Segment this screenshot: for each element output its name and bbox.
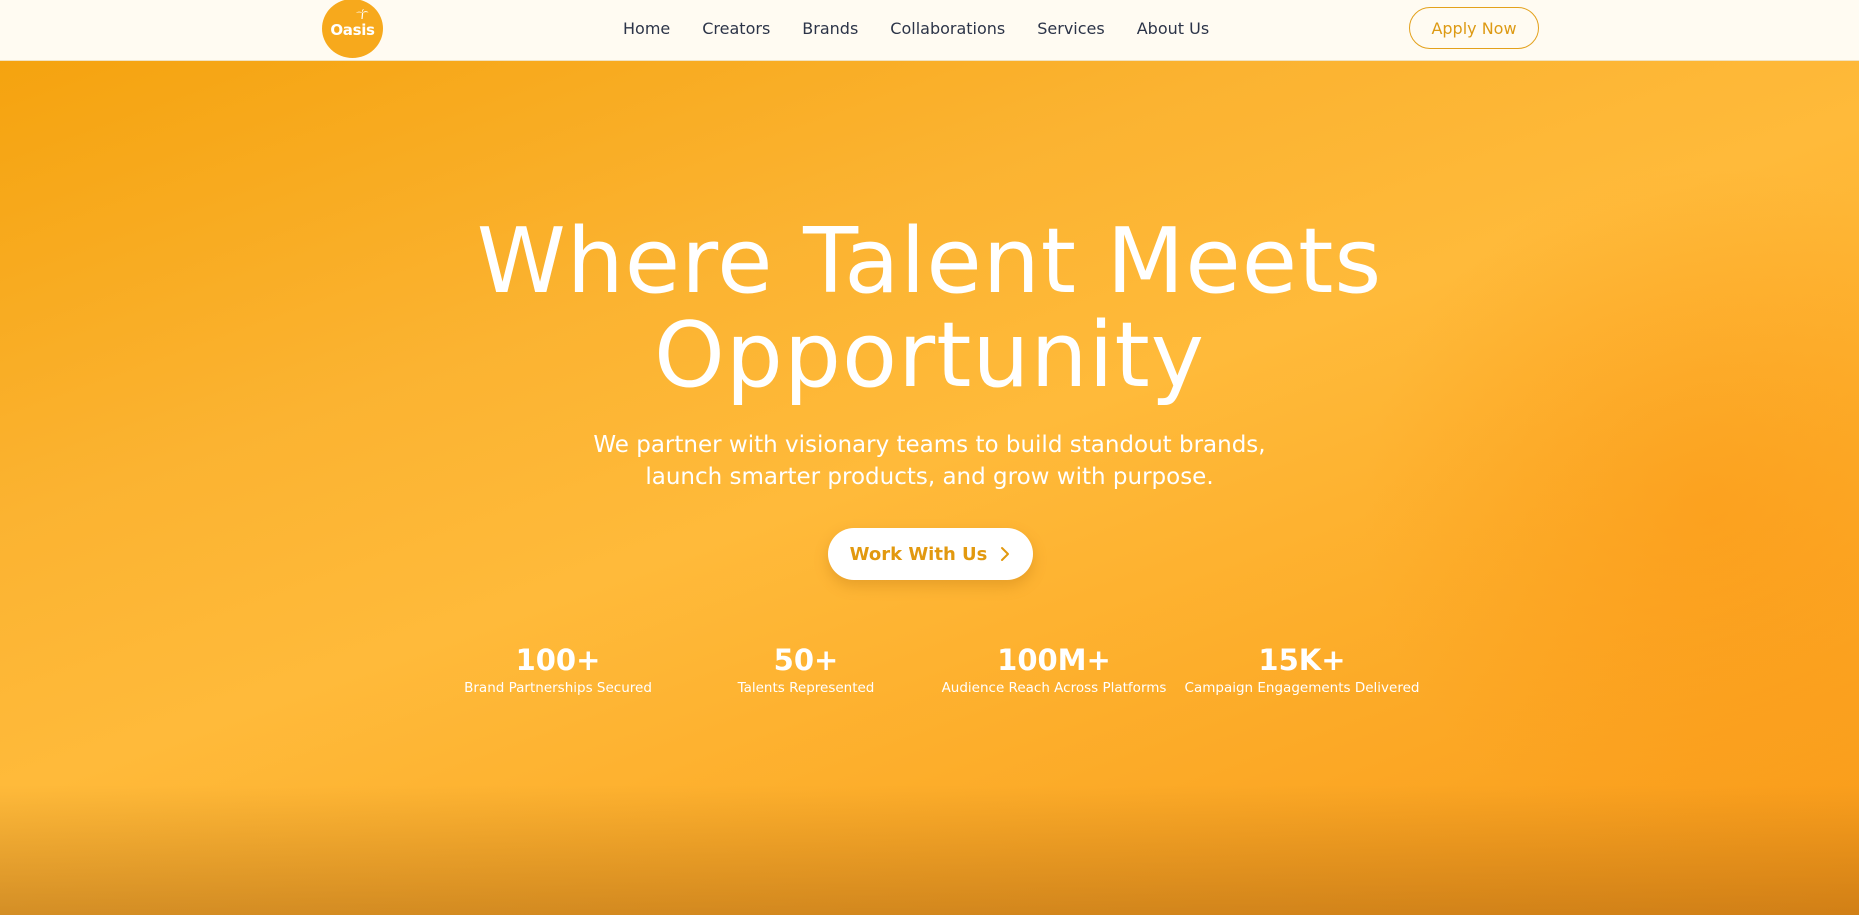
stat-value: 100M+ (997, 643, 1111, 677)
hero-subtitle-line1: We partner with visionary teams to build… (593, 432, 1266, 458)
stats-row: 100+ Brand Partnerships Secured 50+ Tale… (0, 643, 1859, 713)
stat-brand-partnerships: 100+ Brand Partnerships Secured (438, 643, 678, 697)
nav-item-services[interactable]: Services (1037, 19, 1104, 38)
stat-audience-reach: 100M+ Audience Reach Across Platforms (934, 643, 1174, 697)
logo-text: Oasis (330, 20, 375, 39)
hero-section: Where Talent Meets Opportunity We partne… (0, 61, 1859, 915)
stat-label: Talents Represented (737, 680, 875, 696)
hero-subtitle-line2: launch smarter products, and grow with p… (645, 464, 1214, 490)
stat-label: Brand Partnerships Secured (464, 680, 652, 696)
nav-item-creators[interactable]: Creators (702, 19, 770, 38)
main-nav: Home Creators Brands Collaborations Serv… (623, 0, 1209, 57)
nav-item-brands[interactable]: Brands (802, 19, 858, 38)
site-header: Oasis Home Creators Brands Collaboration… (0, 0, 1859, 61)
stat-campaign-engagements: 15K+ Campaign Engagements Delivered (1182, 643, 1422, 697)
work-with-us-button[interactable]: Work With Us (828, 528, 1033, 580)
nav-item-collaborations[interactable]: Collaborations (890, 19, 1005, 38)
chevron-right-icon (1001, 547, 1010, 561)
stat-value: 100+ (515, 643, 601, 677)
hero-subtitle: We partner with visionary teams to build… (0, 429, 1859, 493)
palm-tree-icon (356, 9, 369, 19)
stat-label: Campaign Engagements Delivered (1184, 680, 1420, 696)
stat-value: 50+ (773, 643, 839, 677)
logo[interactable]: Oasis (322, 0, 383, 58)
hero-title-line1: Where Talent Meets (476, 209, 1383, 314)
stat-label: Audience Reach Across Platforms (941, 680, 1167, 696)
stat-value: 15K+ (1258, 643, 1346, 677)
nav-item-home[interactable]: Home (623, 19, 670, 38)
apply-now-button[interactable]: Apply Now (1409, 7, 1539, 49)
nav-item-about-us[interactable]: About Us (1137, 19, 1209, 38)
hero-title-line2: Opportunity (653, 303, 1206, 408)
stat-talents: 50+ Talents Represented (686, 643, 926, 697)
hero-bottom-shade (0, 785, 1859, 915)
hero-title: Where Talent Meets Opportunity (0, 215, 1859, 403)
work-with-us-label: Work With Us (849, 543, 988, 565)
